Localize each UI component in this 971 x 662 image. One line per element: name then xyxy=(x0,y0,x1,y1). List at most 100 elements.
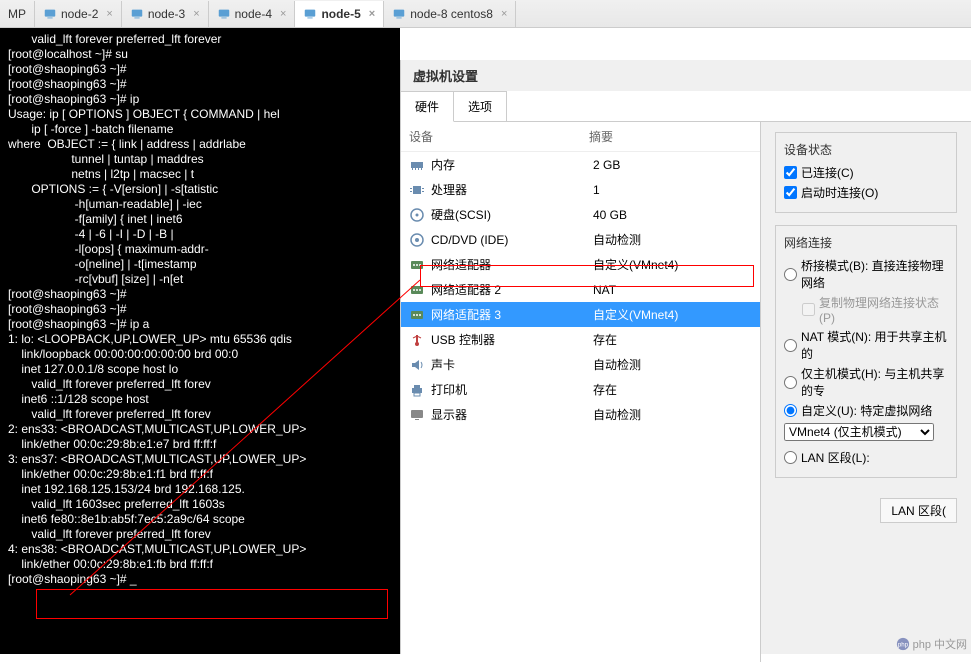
node-icon xyxy=(217,7,231,21)
terminal-line: 1: lo: <LOOPBACK,UP,LOWER_UP> mtu 65536 … xyxy=(8,332,392,347)
replicate-row: 复制物理网络连接状态(P) xyxy=(802,294,948,325)
tab-node-8[interactable]: node-8 centos8 × xyxy=(384,1,516,27)
terminal-line: [root@shaoping63 ~]# _ xyxy=(8,572,392,587)
terminal-line: link/ether 00:0c:29:8b:e1:e7 brd ff:ff:f xyxy=(8,437,392,452)
device-list: 设备 摘要 内存2 GB处理器1硬盘(SCSI)40 GBCD/DVD (IDE… xyxy=(401,122,761,662)
terminal-line: -4 | -6 | -I | -D | -B | xyxy=(8,227,392,242)
vmnet-select-row[interactable]: VMnet4 (仅主机模式) xyxy=(784,423,948,441)
lan-radio[interactable] xyxy=(784,451,797,464)
device-name: 声卡 xyxy=(431,356,587,373)
device-name: CD/DVD (IDE) xyxy=(431,233,587,247)
watermark: php php 中文网 xyxy=(896,636,967,652)
device-row----[interactable]: 显示器自动检测 xyxy=(401,402,760,427)
bridged-label: 桥接模式(B): 直接连接物理网络 xyxy=(801,257,948,291)
device-row----[interactable]: 处理器1 xyxy=(401,177,760,202)
close-icon[interactable]: × xyxy=(501,8,507,20)
terminal-line: ip [ -force ] -batch filename xyxy=(8,122,392,137)
custom-radio-row[interactable]: 自定义(U): 特定虚拟网络 xyxy=(784,402,948,419)
tab-mp[interactable]: MP xyxy=(0,1,35,27)
replicate-label: 复制物理网络连接状态(P) xyxy=(819,294,948,325)
node-icon xyxy=(43,7,57,21)
terminal-line: 3: ens37: <BROADCAST,MULTICAST,UP,LOWER_… xyxy=(8,452,392,467)
lan-segment-radio-row[interactable]: LAN 区段(L): xyxy=(784,449,948,466)
terminal-line: inet 192.168.125.153/24 brd 192.168.125. xyxy=(8,482,392,497)
tab-label: node-2 xyxy=(61,7,98,21)
terminal-line: netns | l2tp | macsec | t xyxy=(8,167,392,182)
net-title: 网络连接 xyxy=(784,234,948,251)
terminal-line: [root@shaoping63 ~]# xyxy=(8,287,392,302)
close-icon[interactable]: × xyxy=(106,8,112,20)
terminal-line: link/loopback 00:00:00:00:00:00 brd 00:0 xyxy=(8,347,392,362)
device-row-------2[interactable]: 网络适配器 2NAT xyxy=(401,277,760,302)
nat-radio[interactable] xyxy=(784,339,797,352)
hostonly-radio[interactable] xyxy=(784,376,797,389)
connect-on-power-row[interactable]: 启动时连接(O) xyxy=(784,184,948,201)
lan-segments-button[interactable]: LAN 区段( xyxy=(880,498,957,523)
cpu-icon xyxy=(409,182,425,198)
device-summary: 2 GB xyxy=(593,158,620,172)
tab-label: node-3 xyxy=(148,7,185,21)
device-summary: 自动检测 xyxy=(593,406,641,423)
bridged-radio-row[interactable]: 桥接模式(B): 直接连接物理网络 xyxy=(784,257,948,291)
connected-checkbox[interactable] xyxy=(784,166,797,179)
connect-on-power-checkbox[interactable] xyxy=(784,186,797,199)
terminal-line: [root@localhost ~]# su xyxy=(8,47,392,62)
close-icon[interactable]: × xyxy=(369,8,375,20)
nat-radio-row[interactable]: NAT 模式(N): 用于共享主机的 xyxy=(784,328,948,362)
terminal-line: where OBJECT := { link | address | addrl… xyxy=(8,137,392,152)
terminal[interactable]: valid_lft forever preferred_lft forever[… xyxy=(0,28,400,654)
cd-icon xyxy=(409,232,425,248)
device-status-group: 设备状态 已连接(C) 启动时连接(O) xyxy=(775,132,957,213)
connect-on-power-label: 启动时连接(O) xyxy=(801,184,878,201)
close-icon[interactable]: × xyxy=(193,8,199,20)
terminal-line: valid_lft forever preferred_lft forev xyxy=(8,377,392,392)
device-row-------3[interactable]: 网络适配器 3自定义(VMnet4) xyxy=(401,302,760,327)
device-summary: 40 GB xyxy=(593,208,627,222)
tab-node-5[interactable]: node-5 × xyxy=(295,1,384,27)
device-row-cd-dvd--ide-[interactable]: CD/DVD (IDE) 自动检测 xyxy=(401,227,760,252)
close-icon[interactable]: × xyxy=(280,8,286,20)
terminal-line: valid_lft forever preferred_lft forev xyxy=(8,407,392,422)
tab-hardware[interactable]: 硬件 xyxy=(401,91,454,122)
device-name: USB 控制器 xyxy=(431,331,587,348)
device-list-header: 设备 摘要 xyxy=(401,122,760,152)
tab-options[interactable]: 选项 xyxy=(454,91,507,121)
terminal-line: valid_lft forever preferred_lft forev xyxy=(8,527,392,542)
device-summary: 存在 xyxy=(593,381,617,398)
bridged-radio[interactable] xyxy=(784,268,797,281)
tab-label: node-5 xyxy=(321,7,360,21)
device-row---[interactable]: 内存2 GB xyxy=(401,152,760,177)
device-row-usb----[interactable]: USB 控制器存在 xyxy=(401,327,760,352)
vmnet-select[interactable]: VMnet4 (仅主机模式) xyxy=(784,423,934,441)
terminal-line: [root@shaoping63 ~]# ip xyxy=(8,92,392,107)
terminal-line: -o[neline] | -t[imestamp xyxy=(8,257,392,272)
tab-label: MP xyxy=(8,7,26,21)
device-summary: 自定义(VMnet4) xyxy=(593,256,678,273)
tab-label: node-8 centos8 xyxy=(410,7,493,21)
device-summary: 自动检测 xyxy=(593,231,641,248)
terminal-line: -rc[vbuf] [size] | -n[et xyxy=(8,272,392,287)
device-summary: 1 xyxy=(593,183,600,197)
net-icon xyxy=(409,282,425,298)
terminal-line: link/ether 00:0c:29:8b:e1:fb brd ff:ff:f xyxy=(8,557,392,572)
tabs-bar: MP node-2 × node-3 × node-4 × node-5 × n… xyxy=(0,0,971,28)
hostonly-radio-row[interactable]: 仅主机模式(H): 与主机共享的专 xyxy=(784,365,948,399)
terminal-line: -l[oops] { maximum-addr- xyxy=(8,242,392,257)
tab-node-2[interactable]: node-2 × xyxy=(35,1,122,27)
device-summary: NAT xyxy=(593,283,616,297)
device-name: 网络适配器 xyxy=(431,256,587,273)
terminal-line: [root@shaoping63 ~]# xyxy=(8,77,392,92)
panel-title: 虚拟机设置 xyxy=(401,60,971,91)
device-row------[interactable]: 网络适配器自定义(VMnet4) xyxy=(401,252,760,277)
terminal-line: -f[amily] { inet | inet6 xyxy=(8,212,392,227)
device-summary: 自动检测 xyxy=(593,356,641,373)
printer-icon xyxy=(409,382,425,398)
tab-node-3[interactable]: node-3 × xyxy=(122,1,209,27)
connected-checkbox-row[interactable]: 已连接(C) xyxy=(784,164,948,181)
device-row---[interactable]: 声卡自动检测 xyxy=(401,352,760,377)
custom-radio[interactable] xyxy=(784,404,797,417)
device-row----scsi-[interactable]: 硬盘(SCSI)40 GB xyxy=(401,202,760,227)
device-row----[interactable]: 打印机存在 xyxy=(401,377,760,402)
tab-node-4[interactable]: node-4 × xyxy=(209,1,296,27)
panel-tabs: 硬件 选项 xyxy=(401,91,971,122)
